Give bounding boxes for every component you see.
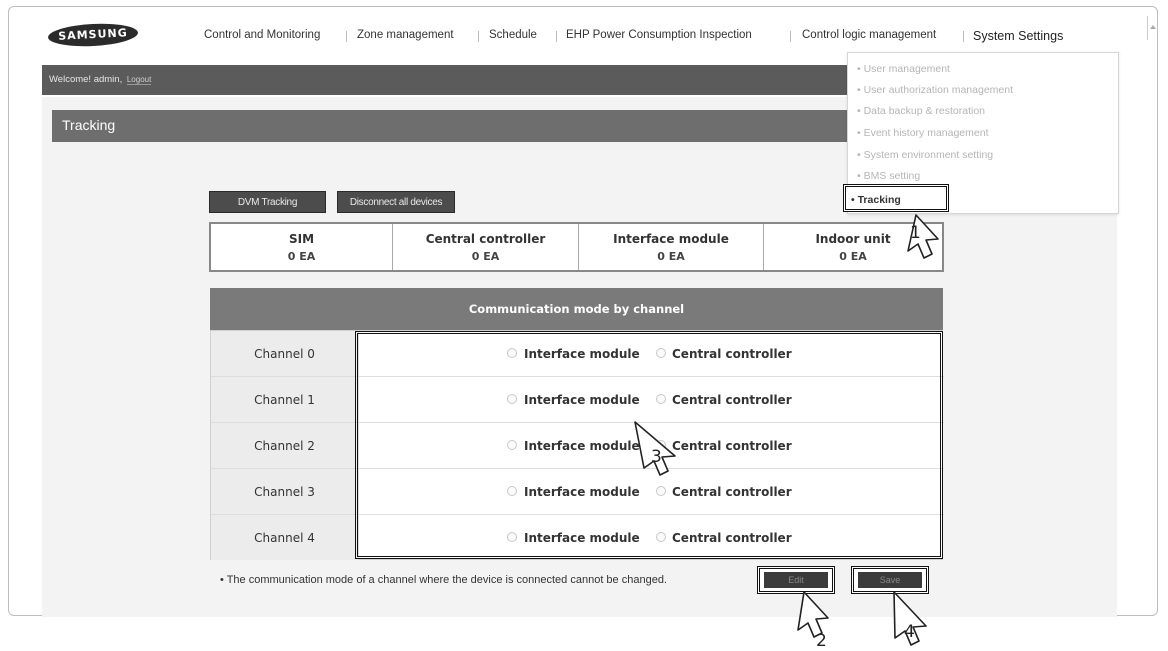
step-4-cursor-icon: 4 (893, 591, 927, 646)
step-1-cursor-icon: 1 (907, 214, 939, 259)
dvm-tracking-button[interactable]: DVM Tracking (209, 191, 326, 213)
channel-table-header: Communication mode by channel (210, 288, 943, 330)
menu-item-user-management[interactable]: • User management (857, 63, 950, 75)
edit-button[interactable]: Edit (764, 572, 828, 588)
menu-item-event-history[interactable]: • Event history management (857, 127, 989, 139)
tracking-menu-highlight: • Tracking (843, 184, 949, 212)
nav-zone-management[interactable]: Zone management (357, 29, 454, 41)
menu-item-system-environment[interactable]: • System environment setting (857, 149, 993, 161)
menu-item-user-authorization[interactable]: • User authorization management (857, 84, 1013, 96)
nav-divider (478, 31, 479, 42)
step-4-label: 4 (904, 622, 915, 642)
channel-label: Channel 1 (254, 393, 315, 407)
nav-control-logic[interactable]: Control logic management (802, 29, 936, 41)
nav-divider (790, 31, 791, 42)
nav-control-monitoring[interactable]: Control and Monitoring (204, 29, 320, 41)
nav-divider (963, 31, 964, 42)
channel-label: Channel 4 (254, 531, 315, 545)
disconnect-all-button[interactable]: Disconnect all devices (337, 191, 455, 213)
menu-item-bms-setting[interactable]: • BMS setting (857, 170, 920, 182)
channel-label: Channel 2 (254, 439, 315, 453)
step-3-cursor-icon: 3 (634, 421, 676, 476)
count-interface-module: Interface module 0 EA (579, 224, 764, 270)
info-note: • The communication mode of a channel wh… (220, 574, 667, 586)
nav-system-settings[interactable]: System Settings (973, 29, 1063, 43)
count-central-controller: Central controller 0 EA (393, 224, 579, 270)
nav-divider (346, 31, 347, 42)
nav-ehp-power[interactable]: EHP Power Consumption Inspection (566, 29, 752, 41)
step-1-label: 1 (910, 223, 921, 243)
nav-divider (556, 31, 557, 42)
nav-schedule[interactable]: Schedule (489, 29, 537, 41)
channel-label: Channel 0 (254, 347, 315, 361)
step-2-cursor-icon: 2 (797, 591, 829, 650)
menu-item-tracking[interactable]: • Tracking (851, 194, 901, 206)
step-3-label: 3 (651, 447, 662, 467)
save-button[interactable]: Save (858, 572, 922, 588)
page-title: Tracking (62, 117, 116, 133)
scroll-up-icon[interactable] (1147, 16, 1157, 40)
menu-item-data-backup[interactable]: • Data backup & restoration (857, 105, 985, 117)
welcome-text: Welcome! admin, Logout (49, 74, 152, 85)
count-sim: SIM 0 EA (211, 224, 393, 270)
step-2-label: 2 (816, 631, 827, 650)
channel-label: Channel 3 (254, 485, 315, 499)
logout-link[interactable]: Logout (126, 75, 152, 85)
device-count-table: SIM 0 EA Central controller 0 EA Interfa… (209, 222, 944, 272)
